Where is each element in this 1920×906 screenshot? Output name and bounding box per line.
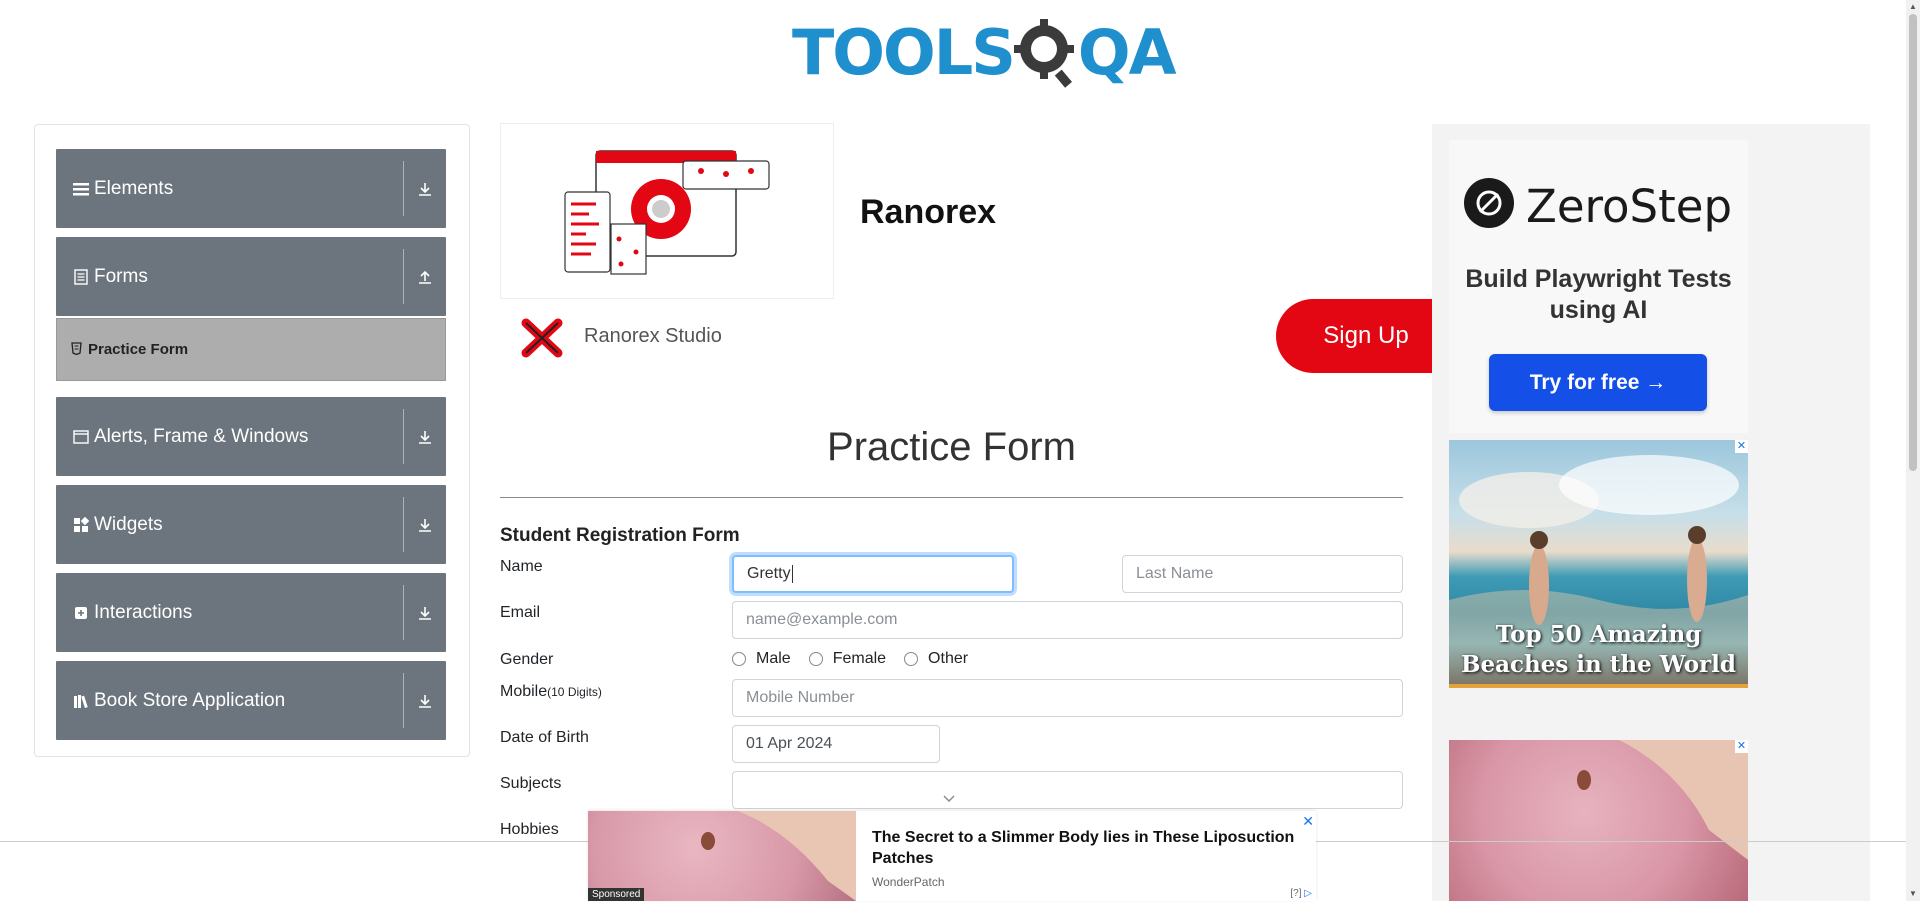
toolsqa-logo[interactable]: TOOLS QA: [792, 13, 1177, 94]
name-label: Name: [500, 558, 543, 575]
widgets-icon: [72, 516, 90, 533]
zerostep-ad[interactable]: ZeroStep Build Playwright Tests using AI…: [1449, 140, 1748, 433]
form-section-title: Student Registration Form: [500, 525, 740, 546]
sidebar: Elements Forms Practice Form Alerts, Fra…: [34, 124, 470, 757]
ad-info-icon[interactable]: [?] ▷: [1290, 888, 1312, 899]
gender-male-radio[interactable]: [732, 652, 746, 666]
zerostep-logo-icon: [1464, 178, 1514, 228]
sidebar-group-label: Elements: [94, 177, 174, 199]
mobile-hint: (10 Digits): [547, 685, 602, 699]
download-icon[interactable]: [404, 517, 446, 533]
download-icon[interactable]: [404, 693, 446, 709]
signup-button[interactable]: Sign Up: [1276, 299, 1436, 373]
try-for-free-button[interactable]: Try for free →: [1489, 354, 1707, 411]
last-name-input[interactable]: Last Name: [1122, 555, 1403, 593]
subjects-input[interactable]: [732, 771, 1403, 809]
gender-other-radio[interactable]: [904, 652, 919, 666]
sidebar-group-interactions[interactable]: Interactions: [56, 573, 446, 652]
mobile-label: Mobile(10 Digits): [500, 683, 602, 701]
ad-close-icon[interactable]: ✕: [1735, 440, 1748, 453]
ad-bottom-bar: Ranorex Studio Sign Up: [500, 299, 1436, 373]
download-icon[interactable]: [404, 429, 446, 445]
text-cursor: [791, 565, 793, 583]
ad-close-icon[interactable]: ✕: [1735, 740, 1748, 753]
beaches-ad[interactable]: Top 50 Amazing Beaches in the World: [1449, 440, 1748, 688]
sidebar-group-book-store[interactable]: Book Store Application: [56, 661, 446, 740]
sticky-ad-brand: WonderPatch: [872, 875, 945, 889]
scrollbar-thumb[interactable]: [1909, 14, 1917, 471]
beach-ad-caption: Top 50 Amazing Beaches in the World: [1461, 621, 1736, 678]
sidebar-item-label: Practice Form: [88, 341, 189, 358]
scroll-down-arrow-icon[interactable]: ▼: [1906, 887, 1920, 901]
gender-male-label[interactable]: Male: [756, 650, 791, 668]
email-input[interactable]: name@example.com: [732, 601, 1403, 639]
sidebar-group-forms[interactable]: Forms: [56, 237, 446, 316]
divider: [500, 497, 1403, 498]
scroll-up-arrow-icon[interactable]: ▲: [1906, 0, 1920, 14]
gender-female-label[interactable]: Female: [833, 650, 886, 668]
ad-info-text: [?]: [1290, 888, 1302, 899]
hobbies-label: Hobbies: [500, 821, 559, 838]
close-icon[interactable]: ✕: [1302, 813, 1314, 830]
sidebar-group-alerts[interactable]: Alerts, Frame & Windows: [56, 397, 446, 476]
gender-other-label[interactable]: Other: [928, 650, 968, 668]
window-icon: [72, 429, 90, 444]
sidebar-group-label: Book Store Application: [94, 689, 286, 711]
mobile-input[interactable]: Mobile Number: [732, 679, 1403, 717]
patch-ad-photo: [1577, 740, 1748, 860]
sidebar-group-label: Widgets: [94, 513, 163, 535]
download-icon[interactable]: [404, 181, 446, 197]
gender-female-radio[interactable]: [808, 652, 823, 666]
logo-text-tools: TOOLS: [792, 16, 1016, 89]
sidebar-item-practice-form[interactable]: Practice Form: [56, 318, 446, 381]
email-label: Email: [500, 604, 541, 621]
ad-accent-bar: [1449, 684, 1748, 688]
dob-input[interactable]: 01 Apr 2024: [732, 725, 940, 763]
sidebar-group-label: Forms: [94, 265, 148, 287]
ad-illustration: [500, 123, 834, 299]
subjects-label: Subjects: [500, 775, 562, 792]
gender-label: Gender: [500, 651, 554, 668]
zerostep-tagline: Build Playwright Tests using AI: [1465, 265, 1732, 324]
mobile-label-text: Mobile: [500, 683, 548, 700]
hamburger-icon: [72, 182, 90, 196]
sticky-bottom-ad[interactable]: Sponsored The Secret to a Slimmer Body l…: [588, 811, 1316, 901]
document-icon: [72, 268, 90, 285]
sidebar-group-elements[interactable]: Elements: [56, 149, 446, 228]
sidebar-group-widgets[interactable]: Widgets: [56, 485, 446, 564]
gender-radio-group: Male Female Other: [732, 650, 986, 668]
adchoices-icon: ▷: [1304, 888, 1312, 899]
logo-text-qa: QA: [1077, 16, 1177, 89]
gear-magnifier-icon: [1013, 13, 1078, 94]
upload-icon[interactable]: [404, 269, 446, 285]
zerostep-brand: ZeroStep: [1526, 180, 1733, 233]
page-title: Practice Form: [827, 425, 1076, 469]
sponsored-label: Sponsored: [588, 888, 645, 901]
ad-title: Ranorex: [860, 193, 997, 231]
interaction-icon: [72, 606, 90, 620]
chevron-down-icon: [943, 790, 955, 808]
dob-label: Date of Birth: [500, 729, 589, 746]
first-name-input[interactable]: Gretty: [732, 555, 1014, 593]
sticky-ad-image: Sponsored: [588, 811, 856, 901]
first-name-value: Gretty: [747, 565, 791, 582]
sticky-ad-title[interactable]: The Secret to a Slimmer Body lies in The…: [872, 827, 1302, 869]
patch-ad-side[interactable]: [1449, 740, 1748, 901]
sidebar-group-label: Interactions: [94, 601, 193, 623]
form-icon: [71, 341, 82, 358]
sidebar-group-label: Alerts, Frame & Windows: [94, 425, 309, 447]
ranorex-ad-banner[interactable]: Ranorex Ranorex Studio Sign Up: [500, 123, 1436, 373]
books-icon: [72, 693, 90, 709]
ad-subtitle: Ranorex Studio: [584, 325, 722, 347]
ranorex-logo-icon: [518, 313, 566, 366]
download-icon[interactable]: [404, 605, 446, 621]
